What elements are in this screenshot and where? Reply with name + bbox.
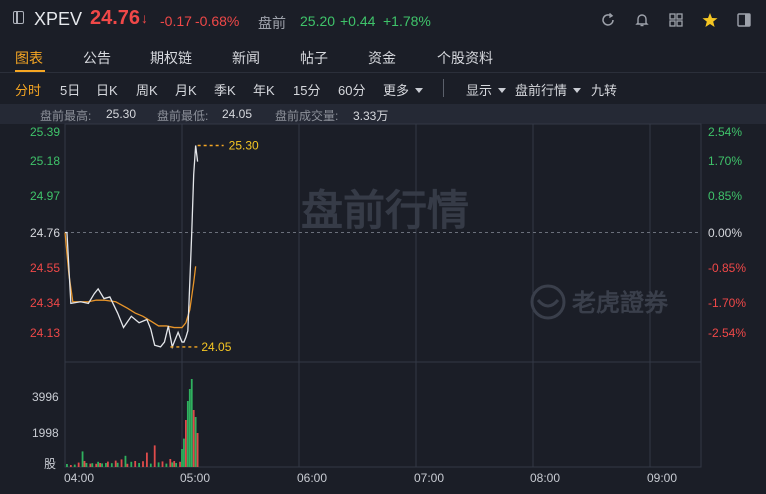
volume-bar bbox=[77, 462, 80, 467]
volume-bar bbox=[110, 463, 113, 467]
volume-bar bbox=[169, 459, 172, 467]
pct-tick-6: -1.70% bbox=[708, 296, 747, 310]
volume-bar bbox=[173, 461, 176, 467]
pct-tick-4: 0.00% bbox=[708, 226, 743, 240]
volume-bar bbox=[190, 379, 193, 467]
volume-bar bbox=[120, 459, 123, 467]
volume-tick-2: 1998 bbox=[32, 426, 59, 440]
brokerage-logo: 老虎證券 bbox=[530, 284, 669, 320]
volume-bar bbox=[99, 463, 101, 467]
time-tick-0400: 04:00 bbox=[64, 471, 95, 485]
volume-bar bbox=[85, 463, 88, 467]
volume-bar bbox=[157, 462, 160, 467]
volume-bar bbox=[171, 462, 174, 467]
price-line bbox=[65, 145, 199, 350]
time-tick-0500: 05:00 bbox=[180, 471, 211, 485]
volume-bar bbox=[188, 389, 191, 467]
volume-bar bbox=[181, 449, 183, 467]
volume-bar bbox=[192, 410, 195, 467]
brokerage-logo-text: 老虎證券 bbox=[572, 289, 669, 317]
volume-bar bbox=[116, 462, 119, 467]
volume-bar bbox=[89, 463, 92, 467]
volume-bar bbox=[146, 452, 148, 467]
volume-bar bbox=[130, 461, 133, 467]
volume-bar bbox=[126, 463, 129, 467]
pct-tick-2: 1.70% bbox=[708, 154, 743, 168]
volume-bar bbox=[83, 461, 86, 467]
volume-bar bbox=[138, 463, 140, 467]
time-tick-0900: 09:00 bbox=[647, 471, 678, 485]
volume-bar bbox=[175, 463, 178, 467]
volume-tick-1: 3996 bbox=[32, 390, 59, 404]
price-tick-1: 25.39 bbox=[30, 125, 61, 139]
time-tick-0600: 06:00 bbox=[297, 471, 328, 485]
volume-bar bbox=[73, 464, 76, 467]
pct-tick-3: 0.85% bbox=[708, 189, 743, 203]
volume-bar bbox=[95, 463, 98, 467]
time-tick-0700: 07:00 bbox=[414, 471, 445, 485]
volume-bar bbox=[101, 463, 103, 467]
volume-bar bbox=[161, 461, 164, 467]
avg-price-line bbox=[64, 232, 197, 329]
volume-bar bbox=[185, 420, 187, 467]
price-tick-4: 24.76 bbox=[30, 226, 61, 240]
volume-unit: 股 bbox=[44, 457, 57, 471]
pct-tick-1: 2.54% bbox=[708, 125, 743, 139]
chart-watermark: 盘前行情 bbox=[301, 187, 469, 234]
volume-bar bbox=[134, 461, 137, 467]
volume-bar bbox=[81, 451, 84, 467]
volume-bar bbox=[114, 460, 117, 467]
volume-bar bbox=[183, 438, 185, 467]
high-marker-label: 25.30 bbox=[229, 139, 259, 153]
price-tick-2: 25.18 bbox=[30, 154, 61, 168]
volume-bar bbox=[186, 401, 189, 467]
pct-tick-7: -2.54% bbox=[708, 326, 747, 340]
volume-bar bbox=[153, 445, 156, 467]
price-tick-6: 24.34 bbox=[30, 296, 61, 310]
chart-marks: 25.30 24.05 bbox=[64, 139, 259, 467]
volume-bar bbox=[196, 433, 199, 467]
volume-bar bbox=[66, 464, 68, 467]
volume-bar bbox=[124, 455, 127, 467]
pct-tick-5: -0.85% bbox=[708, 261, 747, 275]
volume-bar bbox=[107, 461, 109, 467]
volume-bar bbox=[91, 463, 94, 467]
volume-bar bbox=[149, 463, 152, 467]
volume-bar bbox=[69, 465, 72, 467]
volume-bar bbox=[165, 463, 168, 467]
price-tick-5: 24.55 bbox=[30, 261, 61, 275]
volume-bar bbox=[97, 461, 100, 467]
intraday-chart[interactable]: 盘前行情 老虎證券 25.30 24.05 bbox=[0, 0, 766, 494]
volume-bar bbox=[194, 417, 197, 467]
volume-bar bbox=[142, 461, 144, 467]
price-tick-3: 24.97 bbox=[30, 189, 61, 203]
price-tick-7: 24.13 bbox=[30, 326, 61, 340]
volume-bar bbox=[179, 461, 181, 467]
low-marker-label: 24.05 bbox=[201, 340, 231, 354]
volume-bar bbox=[105, 463, 107, 467]
time-tick-0800: 08:00 bbox=[530, 471, 561, 485]
